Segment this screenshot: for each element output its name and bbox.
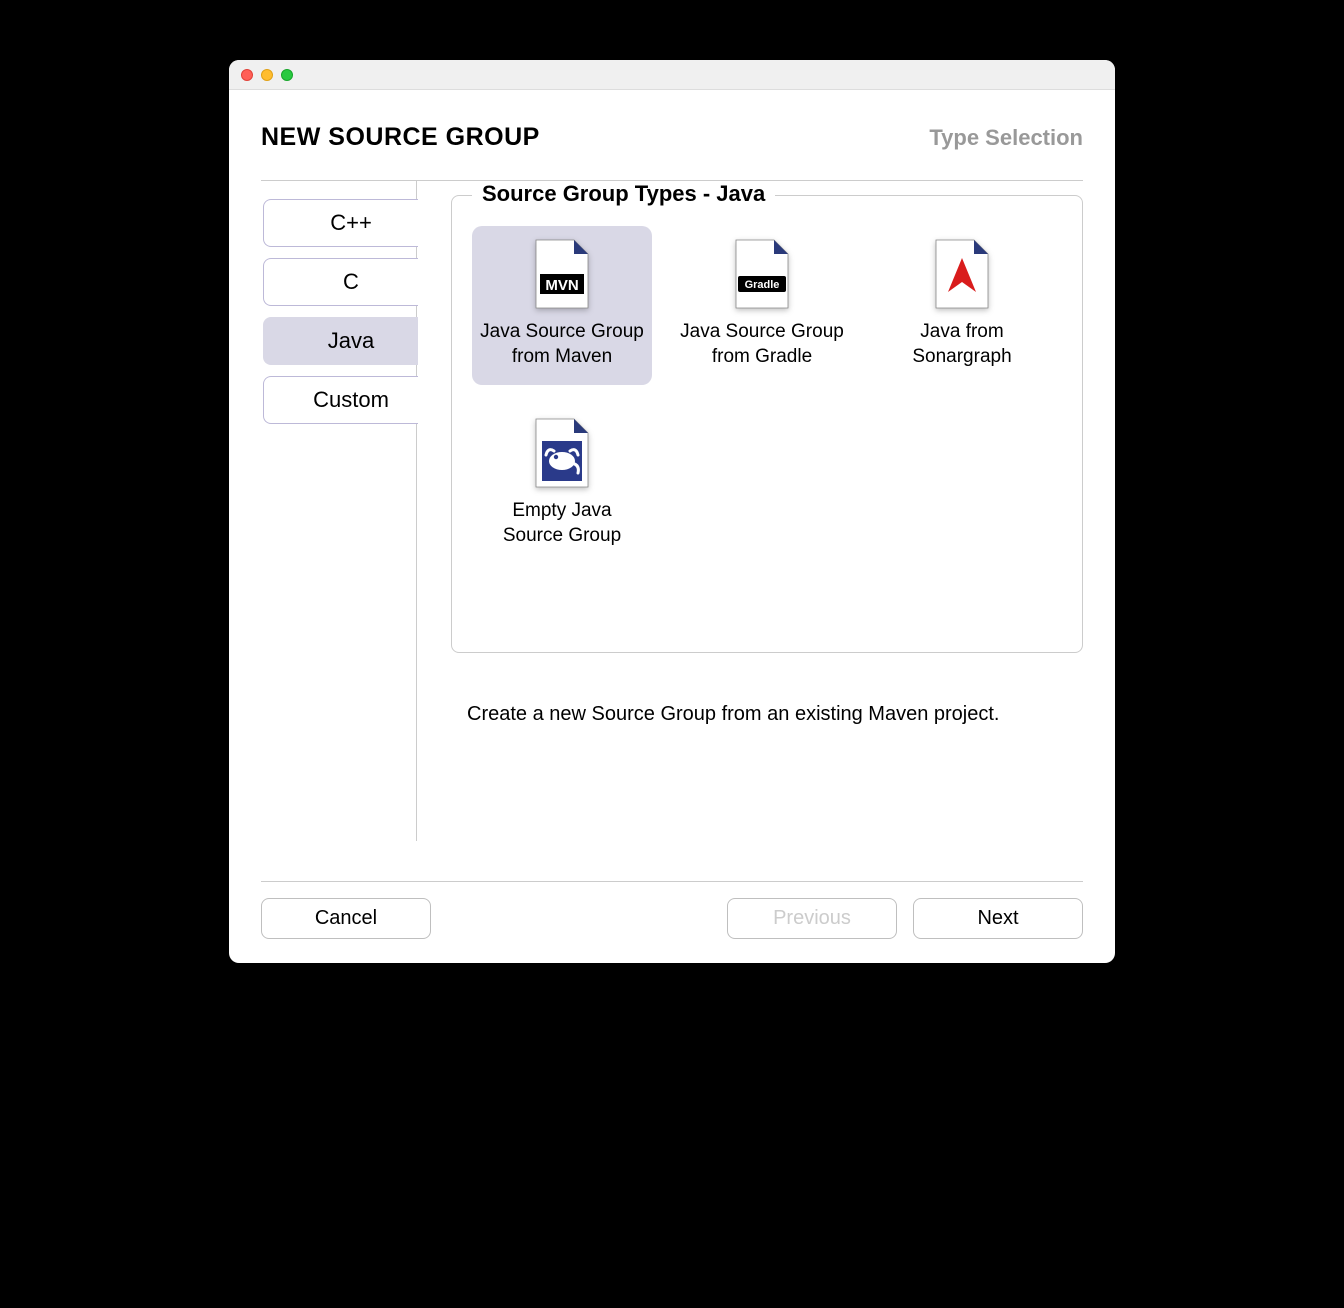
maximize-icon[interactable] bbox=[281, 69, 293, 81]
type-grid: MVN Java Source Group from Maven Gradle bbox=[472, 226, 1062, 565]
type-label: Java Source Group from Maven bbox=[480, 320, 644, 369]
sonargraph-file-icon bbox=[934, 238, 990, 310]
maven-file-icon: MVN bbox=[534, 238, 590, 310]
button-label: Cancel bbox=[315, 907, 377, 929]
button-label: Next bbox=[977, 907, 1018, 929]
type-sonargraph[interactable]: Java from Sonargraph bbox=[872, 226, 1052, 385]
footer: Cancel Previous Next bbox=[229, 882, 1115, 963]
type-gradle[interactable]: Gradle Java Source Group from Gradle bbox=[672, 226, 852, 385]
close-icon[interactable] bbox=[241, 69, 253, 81]
new-source-group-window: NEW SOURCE GROUP Type Selection C++ C Ja… bbox=[229, 60, 1115, 963]
sidebar-item-custom[interactable]: Custom bbox=[263, 376, 418, 424]
svg-text:Gradle: Gradle bbox=[745, 279, 780, 291]
sidebar-item-cpp[interactable]: C++ bbox=[263, 199, 418, 247]
previous-button: Previous bbox=[727, 898, 897, 939]
types-fieldset: Source Group Types - Java MVN Java Sourc… bbox=[451, 195, 1083, 653]
button-label: Previous bbox=[773, 907, 851, 929]
type-empty-java[interactable]: Empty Java Source Group bbox=[472, 405, 652, 564]
body: C++ C Java Custom Source Group T bbox=[229, 181, 1115, 841]
sidebar-item-label: C bbox=[343, 269, 359, 294]
main: Source Group Types - Java MVN Java Sourc… bbox=[417, 181, 1083, 841]
sidebar: C++ C Java Custom bbox=[261, 181, 417, 841]
header: NEW SOURCE GROUP Type Selection bbox=[229, 90, 1115, 180]
page-title: NEW SOURCE GROUP bbox=[261, 123, 540, 152]
titlebar bbox=[229, 60, 1115, 90]
next-button[interactable]: Next bbox=[913, 898, 1083, 939]
type-description: Create a new Source Group from an existi… bbox=[451, 653, 1083, 726]
gradle-file-icon: Gradle bbox=[734, 238, 790, 310]
svg-text:MVN: MVN bbox=[545, 277, 578, 294]
type-label: Empty Java Source Group bbox=[480, 499, 644, 548]
type-label: Java from Sonargraph bbox=[880, 320, 1044, 369]
page-subtitle: Type Selection bbox=[929, 125, 1083, 151]
sidebar-item-c[interactable]: C bbox=[263, 258, 418, 306]
fieldset-legend: Source Group Types - Java bbox=[472, 181, 775, 207]
sidebar-item-label: Java bbox=[328, 328, 374, 353]
sidebar-item-label: Custom bbox=[313, 387, 389, 412]
minimize-icon[interactable] bbox=[261, 69, 273, 81]
type-label: Java Source Group from Gradle bbox=[680, 320, 844, 369]
sidebar-item-java[interactable]: Java bbox=[263, 317, 418, 365]
sidebar-item-label: C++ bbox=[330, 210, 372, 235]
type-maven[interactable]: MVN Java Source Group from Maven bbox=[472, 226, 652, 385]
cancel-button[interactable]: Cancel bbox=[261, 898, 431, 939]
sourcetrail-file-icon bbox=[534, 417, 590, 489]
